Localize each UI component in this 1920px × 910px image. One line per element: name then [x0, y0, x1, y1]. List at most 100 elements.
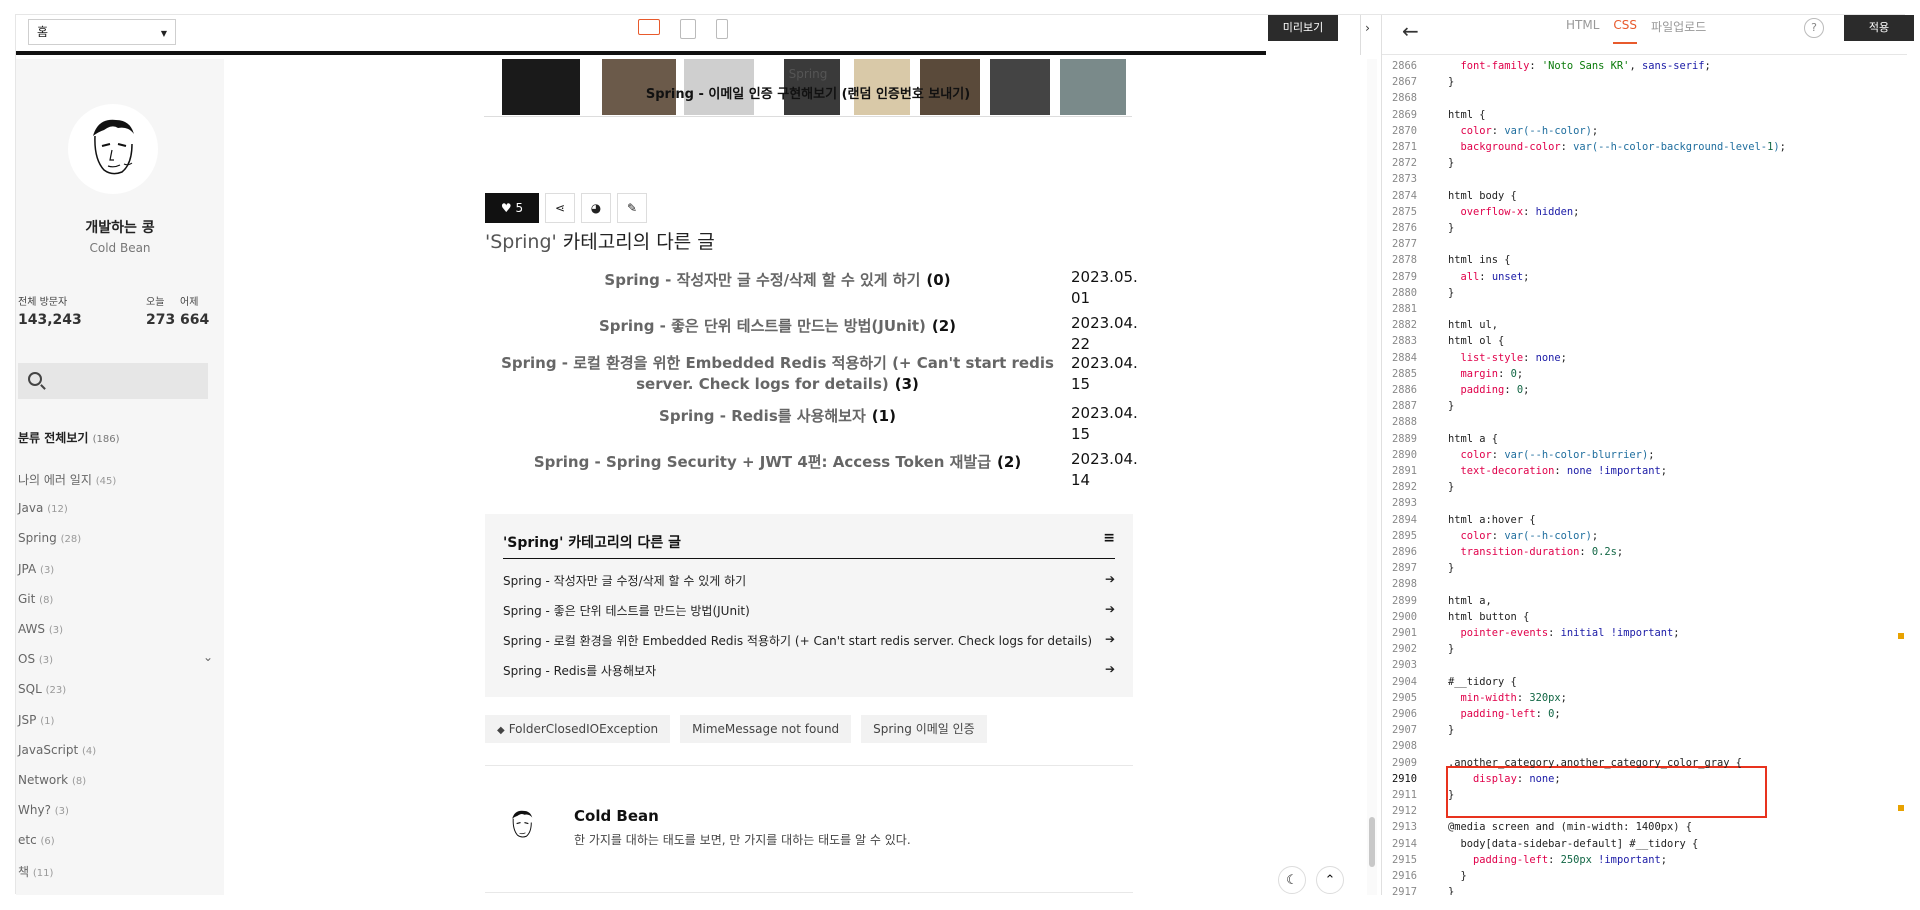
code-line[interactable]: 2914 body[data-sidebar-default] #__tidor… — [1382, 836, 1907, 852]
code-line[interactable]: 2883 html ol { — [1382, 333, 1907, 349]
preview-scrollbar[interactable] — [1367, 59, 1377, 895]
code-line[interactable]: 2908 — [1382, 738, 1907, 754]
post-banner[interactable]: Spring Spring - 이메일 인증 구현해보기 (랜덤 인증번호 보내… — [484, 59, 1132, 117]
code-line[interactable]: 2917} — [1382, 884, 1907, 895]
like-button[interactable]: ♥ 5 — [485, 193, 539, 223]
code-line[interactable]: 2916 } — [1382, 868, 1907, 884]
code-line[interactable]: 2872} — [1382, 155, 1907, 171]
author-name[interactable]: Cold Bean — [574, 807, 659, 825]
code-line[interactable]: 2889 html a { — [1382, 431, 1907, 447]
code-line[interactable]: 2906 padding-left: 0; — [1382, 706, 1907, 722]
code-line[interactable]: 2909 .another_category.another_category_c… — [1382, 755, 1907, 771]
category-item[interactable]: Network (8) — [18, 773, 213, 803]
tab-css[interactable]: CSS — [1613, 18, 1638, 44]
table-row[interactable]: Spring - Redis를 사용해보자 (1) 2023.04. 15 — [485, 404, 1138, 451]
list-item[interactable]: Spring - 로컬 환경을 위한 Embedded Redis 적용하기 (… — [503, 632, 1115, 649]
post-title[interactable]: Spring - 좋은 단위 테스트를 만드는 방법(JUnit) — [599, 317, 926, 335]
code-line[interactable]: 2874 html body { — [1382, 188, 1907, 204]
back-arrow-icon[interactable]: ← — [1402, 19, 1419, 43]
code-line[interactable]: 2899 html a, — [1382, 593, 1907, 609]
table-row[interactable]: Spring - 로컬 환경을 위한 Embedded Redis 적용하기 (… — [485, 354, 1138, 405]
code-line[interactable]: 2902} — [1382, 641, 1907, 657]
apply-button[interactable]: 적용 — [1844, 15, 1914, 41]
tablet-icon[interactable] — [680, 19, 696, 39]
category-all-link[interactable]: 분류 전체보기 (186) — [18, 429, 120, 446]
code-line[interactable]: 2910 display: none; — [1382, 771, 1907, 787]
post-title[interactable]: Spring - Redis를 사용해보자 — [659, 407, 866, 425]
author-avatar[interactable] — [500, 803, 544, 847]
code-line[interactable]: 2915 padding-left: 250px !important; — [1382, 852, 1907, 868]
category-item[interactable]: 나의 에러 일지 (45) — [18, 471, 213, 501]
category-item[interactable]: Spring (28) — [18, 531, 213, 561]
code-line[interactable]: 2894 html a:hover { — [1382, 512, 1907, 528]
dark-mode-button[interactable]: ☾ — [1278, 866, 1306, 894]
settings-button[interactable]: ✎ — [617, 193, 647, 223]
code-line[interactable]: 2887} — [1382, 398, 1907, 414]
table-row[interactable]: Spring - Spring Security + JWT 4편: Acces… — [485, 450, 1138, 497]
code-line[interactable]: 2912 — [1382, 803, 1907, 819]
category-item[interactable]: 책 (11) — [18, 863, 213, 893]
category-item[interactable]: etc (6) — [18, 833, 213, 863]
code-line[interactable]: 2892} — [1382, 479, 1907, 495]
post-title[interactable]: Spring - Spring Security + JWT 4편: Acces… — [534, 453, 991, 471]
menu-icon[interactable]: ≡ — [1103, 530, 1115, 546]
list-item[interactable]: Spring - Redis를 사용해보자 ➔ — [503, 662, 1115, 679]
search-input[interactable] — [52, 369, 202, 393]
category-item[interactable]: OS (3) ⌄ — [18, 650, 213, 682]
code-line[interactable]: 2884 list-style: none; — [1382, 350, 1907, 366]
category-item[interactable]: Git (8) — [18, 592, 213, 622]
code-line[interactable]: 2895 color: var(--h-color); — [1382, 528, 1907, 544]
code-line[interactable]: 2886 padding: 0; — [1382, 382, 1907, 398]
chevron-down-icon[interactable]: ⌄ — [203, 650, 213, 664]
code-line[interactable]: 2891 text-decoration: none !important; — [1382, 463, 1907, 479]
category-item[interactable]: AWS (3) — [18, 622, 213, 652]
post-title[interactable]: Spring - 작성자만 글 수정/삭제 할 수 있게 하기 — [604, 271, 920, 289]
code-line[interactable]: 2880} — [1382, 285, 1907, 301]
tag[interactable]: ◆ FolderClosedIOException — [485, 715, 671, 743]
code-line[interactable]: 2869 html { — [1382, 107, 1907, 123]
category-item[interactable]: JPA (3) — [18, 562, 213, 592]
code-line[interactable]: 2876} — [1382, 220, 1907, 236]
code-line[interactable]: 2897} — [1382, 560, 1907, 576]
list-item[interactable]: Spring - 작성자만 글 수정/삭제 할 수 있게 하기 ➔ — [503, 572, 1115, 589]
code-line[interactable]: 2870 color: var(--h-color); — [1382, 123, 1907, 139]
code-line[interactable]: 2867} — [1382, 74, 1907, 90]
code-line[interactable]: 2882 html ul, — [1382, 317, 1907, 333]
code-line[interactable]: 2890 color: var(--h-color-blurrier); — [1382, 447, 1907, 463]
code-line[interactable]: 2913 @media screen and (min-width: 1400px… — [1382, 819, 1907, 835]
scroll-top-button[interactable]: ⌃ — [1316, 866, 1344, 894]
code-line[interactable]: 2877 — [1382, 236, 1907, 252]
code-line[interactable]: 2885 margin: 0; — [1382, 366, 1907, 382]
code-line[interactable]: 2903 — [1382, 657, 1907, 673]
code-line[interactable]: 2901 pointer-events: initial !important; — [1382, 625, 1907, 641]
phone-icon[interactable] — [716, 19, 728, 39]
category-item[interactable]: SQL (23) — [18, 682, 213, 712]
code-line[interactable]: 2911} — [1382, 787, 1907, 803]
tag[interactable]: MimeMessage not found — [680, 715, 852, 743]
code-line[interactable]: 2898 — [1382, 576, 1907, 592]
category-item[interactable]: JSP (1) — [18, 713, 213, 743]
code-line[interactable]: 2896 transition-duration: 0.2s; — [1382, 544, 1907, 560]
preview-button[interactable]: 미리보기 — [1268, 15, 1338, 41]
code-line[interactable]: 2904 #__tidory { — [1382, 674, 1907, 690]
code-line[interactable]: 2871 background-color: var(--h-color-bac… — [1382, 139, 1907, 155]
css-code-area[interactable]: 2866 font-family: 'Noto Sans KR', sans-s… — [1382, 55, 1907, 895]
code-line[interactable]: 2879 all: unset; — [1382, 269, 1907, 285]
code-line[interactable]: 2866 font-family: 'Noto Sans KR', sans-s… — [1382, 58, 1907, 74]
code-line[interactable]: 2907} — [1382, 722, 1907, 738]
code-line[interactable]: 2893 — [1382, 495, 1907, 511]
table-row[interactable]: Spring - 작성자만 글 수정/삭제 할 수 있게 하기 (0) 2023.… — [485, 268, 1137, 315]
code-line[interactable]: 2881 — [1382, 301, 1907, 317]
code-line[interactable]: 2873 — [1382, 171, 1907, 187]
tab-html[interactable]: HTML — [1566, 18, 1599, 44]
search-icon[interactable] — [28, 372, 42, 386]
list-item[interactable]: Spring - 좋은 단위 테스트를 만드는 방법(JUnit) ➔ — [503, 602, 1115, 619]
page-select[interactable]: 홈 ▼ — [28, 19, 176, 45]
stats-button[interactable]: ◕ — [581, 193, 611, 223]
code-line[interactable]: 2868 — [1382, 90, 1907, 106]
code-line[interactable]: 2875 overflow-x: hidden; — [1382, 204, 1907, 220]
code-line[interactable]: 2900 html button { — [1382, 609, 1907, 625]
avatar[interactable] — [68, 104, 158, 194]
desktop-icon[interactable] — [638, 19, 660, 35]
code-line[interactable]: 2888 — [1382, 414, 1907, 430]
